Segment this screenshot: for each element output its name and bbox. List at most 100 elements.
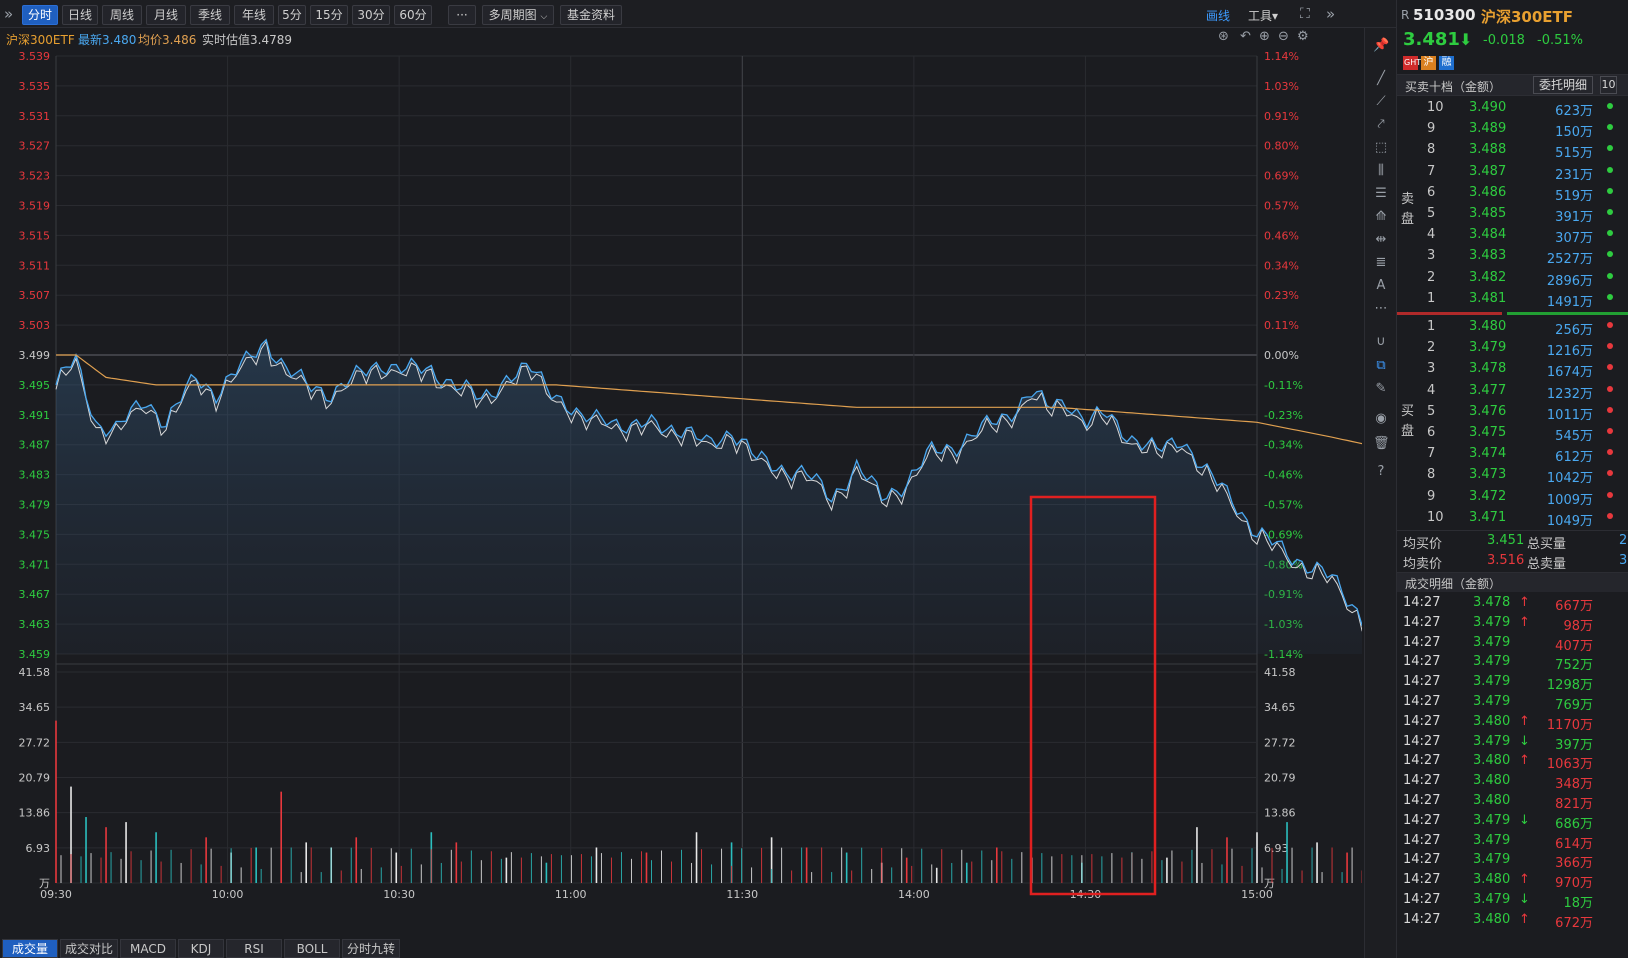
price-tick-label: 3.499 [19,349,51,362]
order-detail-button[interactable]: 委托明细 [1533,76,1593,94]
buy-row[interactable]: 8 3.473 1042万 [1397,464,1628,486]
buy-row[interactable]: 6 3.475 545万 [1397,422,1628,444]
buy-level: 9 [1427,488,1436,504]
sell-price: 3.489 [1469,121,1507,137]
help-icon[interactable]: ? [1373,464,1389,480]
period-tab-0[interactable]: 分时 [22,5,58,25]
sell-level: 7 [1427,163,1436,179]
period-tab-4[interactable]: 季线 [190,5,230,25]
buy-row[interactable]: 1 3.480 256万 [1397,316,1628,338]
sell-level: 3 [1427,248,1436,264]
indicator-tab-5[interactable]: BOLL [284,939,340,958]
buy-row[interactable]: 7 3.474 612万 [1397,443,1628,465]
sell-row[interactable]: 5 3.485 391万 [1397,203,1628,225]
tools-dropdown[interactable]: 工具▾ [1248,7,1278,24]
indicator-tab-6[interactable]: 分时九转 [342,939,400,958]
trade-time: 14:27 [1403,892,1441,907]
zoom-out-icon[interactable]: ⊖ [1278,29,1289,44]
fan-tool-icon[interactable]: ⟰ [1373,209,1389,225]
buy-row[interactable]: 3 3.478 1674万 [1397,358,1628,380]
period-tab-1[interactable]: 日线 [62,5,98,25]
collapse-panel-icon[interactable]: » [1326,5,1335,23]
price-tick-label: 3.503 [19,319,51,332]
parallel-tool-icon[interactable]: ⫼ [1373,163,1389,179]
sell-row[interactable]: 9 3.489 150万 [1397,118,1628,140]
buy-dot-icon [1607,322,1613,328]
intraday-chart-svg[interactable]: 3.539 1.14% 3.535 1.03% 3.531 0.91% 3.527 0.80%… [0,48,1473,938]
indicator-tab-1[interactable]: 成交对比 [60,939,118,958]
buy-row[interactable]: 2 3.479 1216万 [1397,337,1628,359]
more-tools-icon[interactable]: ⋯ [1373,301,1389,317]
avg-sell-value: 3.516 [1487,553,1525,568]
sell-dot-icon [1607,251,1613,258]
sell-row[interactable]: 7 3.487 231万 [1397,161,1628,183]
indicator-tab-4[interactable]: RSI [226,939,282,958]
trade-time: 14:27 [1403,812,1441,828]
copyright-icon[interactable]: ⊛ [1218,29,1229,44]
fib-tool-icon[interactable]: ≣ [1373,255,1389,271]
fund-info-button[interactable]: 基金资料 [560,5,622,25]
undo-icon[interactable]: ↶ [1240,29,1251,44]
buy-row[interactable]: 9 3.472 1009万 [1397,486,1628,508]
sell-row[interactable]: 10 3.490 623万 [1397,97,1628,119]
zoom-in-icon[interactable]: ⊕ [1259,29,1270,44]
ray-tool-icon[interactable]: ⤤ [1373,117,1389,133]
multi-period-dropdown[interactable]: 多周期图 ⌵ [482,5,554,25]
measure-tool-icon[interactable]: ⇹ [1373,232,1389,248]
sell-row[interactable]: 4 3.484 307万 [1397,224,1628,246]
trade-time: 14:27 [1403,654,1441,670]
volume-tick-label: 34.65 [19,701,51,714]
buy-amount: 1042万 [1546,471,1593,487]
sell-price: 3.484 [1469,227,1507,243]
volume-tick-label: 41.58 [19,666,51,679]
draw-line-button[interactable]: 画线 [1206,7,1230,24]
period-tab-5[interactable]: 年线 [234,5,274,25]
period-tab-7[interactable]: 15分 [310,5,348,25]
trade-amount: 397万 [1555,737,1593,753]
avg-sell-label: 均卖价 [1403,557,1443,572]
buy-row[interactable]: 10 3.471 1049万 [1397,507,1628,529]
layers-icon[interactable]: ⧉ [1373,358,1389,374]
period-tab-2[interactable]: 周线 [102,5,142,25]
expand-icon[interactable]: » [4,5,13,23]
indicator-tab-2[interactable]: MACD [120,939,176,958]
sell-level: 4 [1427,227,1436,243]
channel-tool-icon[interactable]: ☰ [1373,186,1389,202]
trade-row: 14:27 3.479 769万 [1397,692,1628,713]
fullscreen-icon[interactable]: ⛶ [1300,6,1310,22]
depth-count-button[interactable]: 10 [1600,76,1617,94]
indicator-tab-3[interactable]: KDJ [178,939,224,958]
rect-tool-icon[interactable]: ⬚ [1373,140,1389,156]
period-tab-6[interactable]: 5分 [278,5,306,25]
sell-row[interactable]: 8 3.488 515万 [1397,139,1628,161]
pin-icon[interactable]: 📌 [1373,38,1389,54]
segment-tool-icon[interactable]: ⟋ [1373,94,1389,110]
arrow-up-icon: ↑ [1519,753,1530,769]
indicator-tab-0[interactable]: 成交量 [2,939,58,958]
period-tab-3[interactable]: 月线 [146,5,186,25]
eye-icon[interactable]: ◉ [1373,411,1389,427]
more-periods-button[interactable]: ··· [448,5,476,25]
sell-row[interactable]: 6 3.486 519万 [1397,182,1628,204]
multi-period-label: 多周期图 [488,8,537,22]
magnet-icon[interactable]: ∪ [1373,334,1389,350]
sell-level: 10 [1427,100,1444,115]
text-tool-icon[interactable]: A [1373,278,1389,294]
trade-time: 14:27 [1403,911,1441,927]
edit-icon[interactable]: ✎ [1373,381,1389,397]
settings-icon[interactable]: ⚙ [1297,29,1309,44]
line-tool-icon[interactable]: ╱ [1373,71,1389,87]
trash-icon[interactable]: 🗑 [1373,436,1390,452]
sell-row[interactable]: 3 3.483 2527万 [1397,245,1628,267]
sell-row[interactable]: 1 3.481 1491万 [1397,288,1628,310]
buy-row[interactable]: 4 3.477 1232万 [1397,380,1628,402]
trade-amount: 821万 [1555,797,1593,812]
buy-dot-icon [1607,512,1613,519]
intraday-chart[interactable]: 3.539 1.14% 3.535 1.03% 3.531 0.91% 3.527 0.80%… [0,48,1473,948]
sell-row[interactable]: 2 3.482 2896万 [1397,267,1628,289]
buy-row[interactable]: 5 3.476 1011万 [1397,401,1628,423]
period-tab-8[interactable]: 30分 [352,5,390,25]
period-tab-9[interactable]: 60分 [394,5,432,25]
buy-amount: 1216万 [1546,344,1593,360]
sell-level: 6 [1427,184,1436,200]
